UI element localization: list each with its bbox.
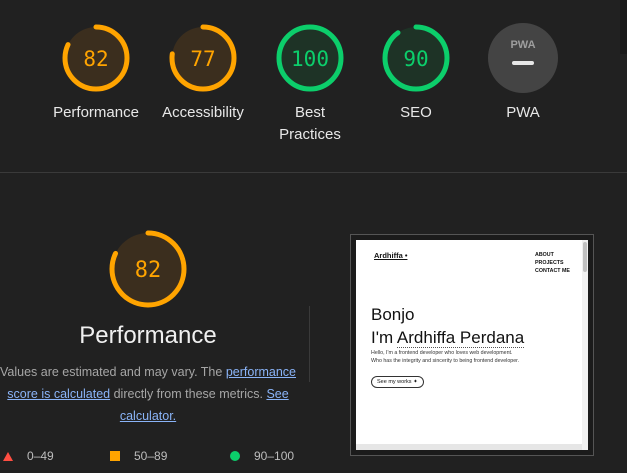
- performance-gauge: 82: [109, 230, 187, 308]
- site-scrollbar: [582, 240, 588, 450]
- heading-prefix: I'm: [371, 328, 397, 347]
- site-brand: Ardhiffa •: [374, 251, 408, 260]
- pwa-logo: PWA: [510, 39, 535, 51]
- gauge-label: Accessibility: [162, 104, 244, 121]
- site-hscroll: [356, 444, 582, 450]
- site-scroll-thumb: [583, 242, 587, 272]
- pwa-dash-icon: [512, 61, 534, 65]
- site-heading-line2: I'm Ardhiffa Perdana: [371, 326, 525, 349]
- desc-prefix: Values are estimated and may vary. The: [0, 365, 223, 379]
- gauge-label: Best Practices: [279, 104, 341, 143]
- gauge-pwa[interactable]: PWA PWA: [468, 22, 578, 124]
- gauge-seo[interactable]: 90 SEO: [361, 22, 471, 124]
- performance-score: 82: [135, 258, 162, 283]
- gauge-ring: 77: [169, 24, 237, 92]
- site-heading: Bonjo I'm Ardhiffa Perdana: [371, 303, 525, 349]
- gauge-score: 82: [83, 47, 108, 71]
- pwa-badge-bg: [488, 23, 558, 93]
- gauge-performance[interactable]: 82 Performance: [41, 22, 151, 124]
- gauge-label: Performance: [53, 104, 139, 121]
- gauge-ring: 90: [382, 24, 450, 92]
- gauge-accessibility[interactable]: 77 Accessibility: [148, 22, 258, 124]
- legend-average-range: 50–89: [134, 449, 168, 463]
- vertical-divider: [309, 306, 310, 382]
- scrollbar[interactable]: [620, 0, 627, 54]
- gauge-label: PWA: [506, 104, 540, 121]
- see-works-button: See my works ✦: [371, 376, 424, 388]
- site-nav-item: CONTACT ME: [535, 268, 570, 274]
- legend-pass: 90–100: [230, 449, 294, 463]
- final-screenshot: Ardhiffa • ABOUT PROJECTS CONTACT ME Bon…: [356, 240, 588, 450]
- legend-pass-range: 90–100: [254, 449, 295, 463]
- legend-fail: 0–49: [3, 449, 54, 463]
- gauge-score: 90: [403, 47, 428, 71]
- desc-middle: directly from these metrics.: [113, 387, 263, 401]
- gauge-label: SEO: [400, 104, 432, 121]
- section-divider: [0, 172, 627, 173]
- gauge-score: 100: [291, 47, 329, 71]
- pwa-badge: PWA: [488, 23, 558, 93]
- site-nav-item: ABOUT: [535, 252, 554, 258]
- performance-title: Performance: [79, 322, 217, 349]
- site-intro-line: Who has the integrity and sincerity to b…: [371, 357, 520, 364]
- gauge-best-practices[interactable]: 100 Best Practices: [255, 22, 365, 146]
- gauge-ring: 100: [276, 24, 344, 92]
- site-heading-line1: Bonjo: [371, 305, 415, 324]
- square-icon: [110, 451, 120, 461]
- triangle-icon: [3, 451, 13, 461]
- gauge-ring: 82: [62, 24, 130, 92]
- site-intro: Hello, I'm a frontend developer who love…: [371, 350, 519, 365]
- heading-name: Ardhiffa Perdana: [396, 328, 525, 348]
- performance-description: Values are estimated and may vary. The p…: [0, 361, 296, 427]
- legend-fail-range: 0–49: [27, 449, 54, 463]
- circle-icon: [230, 451, 240, 461]
- site-nav: ABOUT PROJECTS CONTACT ME: [535, 251, 570, 275]
- legend-average: 50–89: [110, 449, 167, 463]
- gauge-score: 77: [190, 47, 215, 71]
- site-intro-line: Hello, I'm a frontend developer who love…: [371, 350, 513, 356]
- site-nav-item: PROJECTS: [535, 260, 564, 266]
